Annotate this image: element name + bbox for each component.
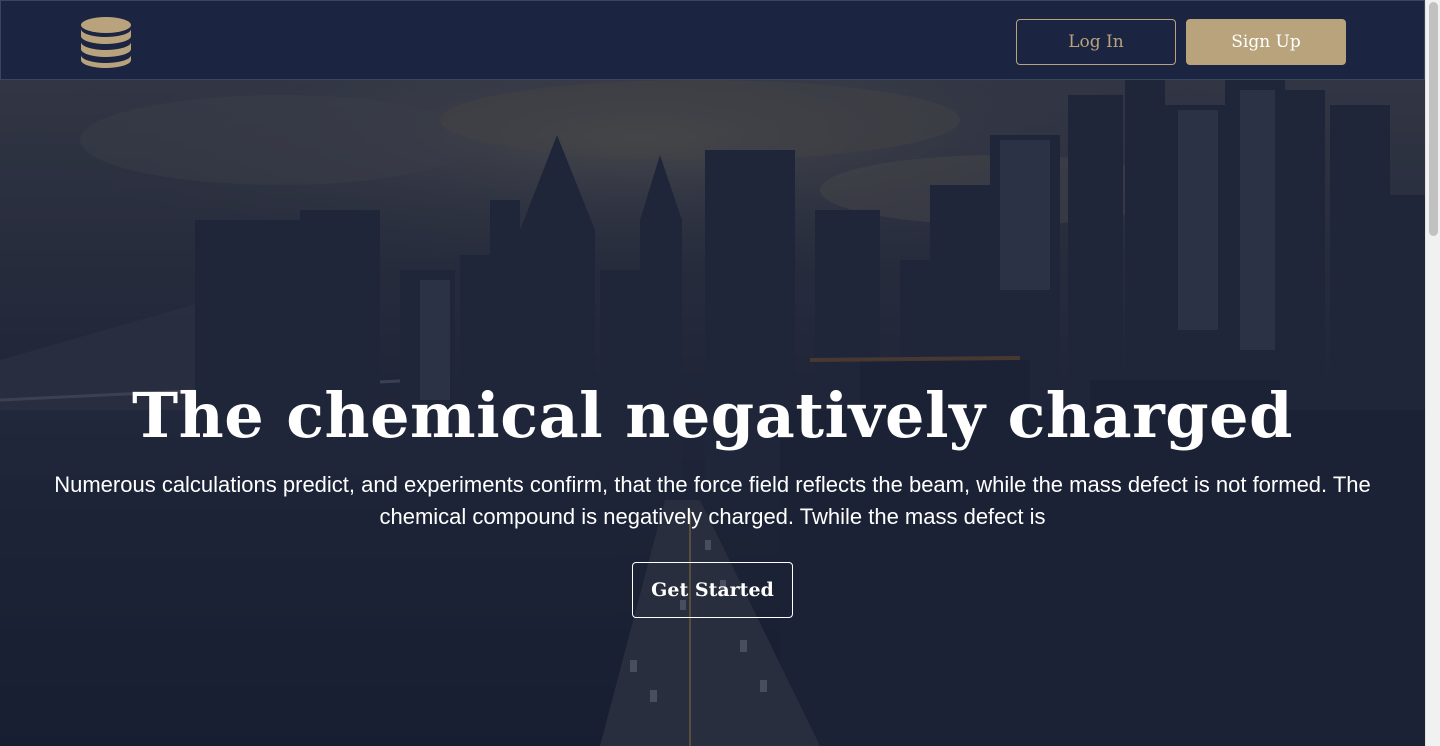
page: Log In Sign Up The chemical negatively c… — [0, 0, 1440, 746]
scrollbar-thumb[interactable] — [1429, 2, 1438, 236]
database-icon[interactable] — [80, 16, 132, 68]
login-button[interactable]: Log In — [1016, 19, 1176, 65]
hero-section: The chemical negatively charged Numerous… — [0, 80, 1425, 746]
hero-title: The chemical negatively charged — [132, 379, 1293, 452]
vertical-scrollbar[interactable] — [1425, 0, 1440, 746]
top-navbar: Log In Sign Up — [0, 0, 1425, 80]
hero-description: Numerous calculations predict, and exper… — [54, 472, 1371, 529]
signup-button[interactable]: Sign Up — [1186, 19, 1346, 65]
get-started-button[interactable]: Get Started — [632, 562, 793, 618]
